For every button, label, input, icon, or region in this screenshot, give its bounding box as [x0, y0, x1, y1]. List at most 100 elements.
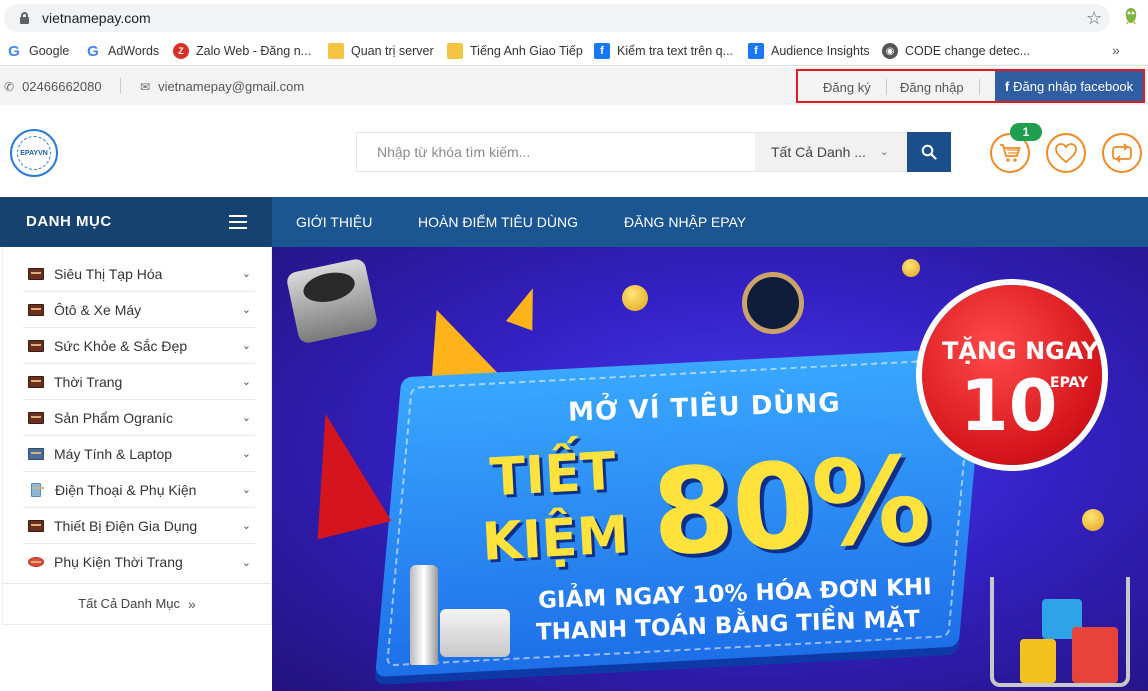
bookmark-server[interactable]: Quan trị server [328, 42, 434, 60]
appliance-icon [28, 519, 44, 532]
nav-cashback[interactable]: HOÀN ĐIỂM TIÊU DÙNG [418, 214, 578, 230]
search-icon [921, 144, 937, 160]
sidebar-item-organic[interactable]: Sản Phẩm Ograníc ⌄ [23, 400, 255, 436]
fashion-icon [28, 375, 44, 388]
category-select[interactable]: Tất Cả Danh ... ⌄ [755, 133, 907, 171]
health-icon [28, 339, 44, 352]
nav-epay-login[interactable]: ĐĂNG NHẬP EPAY [624, 214, 746, 230]
lock-icon[interactable] [20, 12, 29, 24]
all-categories-link[interactable]: Tất Cả Danh Mục » [3, 583, 271, 623]
divider [979, 79, 980, 95]
chevron-down-icon: ⌄ [879, 146, 889, 158]
sidebar-item-appliance[interactable]: Thiết Bị Điện Gia Dụng ⌄ [23, 508, 255, 544]
bookmark-label: Quan trị server [351, 44, 434, 58]
chevron-down-icon[interactable]: ⌄ [242, 483, 251, 496]
bookmark-audience[interactable]: f Audience Insights [748, 42, 870, 60]
more-bookmarks-button[interactable]: » [1112, 42, 1120, 58]
auth-highlight-box: Đăng ký Đăng nhập f Đăng nhập facebook [796, 69, 1145, 103]
red-dress-image [288, 404, 392, 540]
cosmetic-bottle-image [410, 565, 438, 665]
compare-icon [1112, 143, 1132, 163]
double-chevron-right-icon: » [188, 595, 196, 612]
category-menu-title: DANH MỤC [26, 213, 112, 230]
folder-icon [447, 43, 463, 59]
sidebar-item-label: Điện Thoại & Phụ Kiện [55, 481, 197, 498]
organic-icon [28, 411, 44, 424]
bookmark-code-change[interactable]: ◉ CODE change detec... [882, 42, 1030, 60]
category-menu-header[interactable]: DANH MỤC [0, 197, 272, 247]
promo-banner[interactable]: TẶNG NGAY 10 EPAY MỞ VÍ TIÊU DÙNG TIẾT K… [272, 247, 1148, 691]
bookmark-label: Google [29, 44, 70, 58]
promo-unit: EPAY [1050, 375, 1089, 391]
bookmark-zalo[interactable]: Z Zalo Web - Đăng n... [173, 42, 311, 60]
phone-number: 02466662080 [22, 79, 102, 94]
sidebar-item-label: Máy Tính & Laptop [54, 445, 173, 462]
bookmark-text-check[interactable]: f Kiểm tra text trên q... [594, 42, 733, 60]
chevron-down-icon[interactable]: ⌄ [242, 447, 251, 460]
promo-number: 10 [960, 365, 1058, 447]
sidebar-item-label: Thời Trang [54, 373, 123, 390]
all-categories-label: Tất Cả Danh Mục [78, 596, 181, 611]
chevron-down-icon[interactable]: ⌄ [242, 411, 251, 424]
bookmark-english[interactable]: Tiếng Anh Giao Tiếp [447, 42, 583, 60]
sidebar-item-laptop[interactable]: Máy Tính & Laptop ⌄ [23, 436, 255, 472]
search-input[interactable] [357, 133, 755, 171]
login-link[interactable]: Đăng nhập [900, 80, 964, 95]
register-link[interactable]: Đăng ký [823, 80, 871, 95]
category-sidebar: Siêu Thị Tạp Hóa ⌄ Ôtô & Xe Máy ⌄ Sức Khỏe… [2, 247, 272, 625]
bookmark-label: AdWords [108, 44, 160, 58]
site-logo[interactable]: EPAYVN [10, 129, 58, 177]
phone-icon: ✆ [4, 79, 15, 94]
email-contact[interactable]: ✉ vietnamepay@gmail.com [140, 79, 304, 94]
sidebar-item-grocery[interactable]: Siêu Thị Tạp Hóa ⌄ [23, 256, 255, 292]
address-bar[interactable]: vietnamepay.com ☆ [4, 4, 1110, 32]
chevron-down-icon[interactable]: ⌄ [242, 267, 251, 280]
phone-contact[interactable]: ✆ 02466662080 [4, 79, 102, 94]
facebook-icon: f [594, 43, 610, 59]
laptop-icon [28, 447, 44, 460]
sidebar-item-phone[interactable]: Điện Thoại & Phụ Kiện ⌄ [23, 472, 255, 508]
sidebar-item-label: Sức Khỏe & Sắc Đẹp [54, 337, 188, 354]
watch-image [742, 272, 804, 334]
sidebar-item-label: Sản Phẩm Ograníc [54, 409, 174, 426]
hamburger-icon[interactable] [229, 215, 247, 229]
sidebar-item-accessories[interactable]: Phụ Kiện Thời Trang ⌄ [23, 544, 255, 580]
search-button[interactable] [907, 132, 951, 172]
chevron-down-icon[interactable]: ⌄ [242, 556, 251, 569]
cosmetic-jar-image [440, 609, 510, 657]
sidebar-item-health[interactable]: Sức Khỏe & Sắc Đẹp ⌄ [23, 328, 255, 364]
bookmark-adwords[interactable]: G AdWords [85, 42, 159, 60]
logo-text: EPAYVN [17, 136, 51, 170]
chevron-down-icon[interactable]: ⌄ [242, 339, 251, 352]
google-icon: G [8, 42, 20, 60]
sidebar-item-auto[interactable]: Ôtô & Xe Máy ⌄ [23, 292, 255, 328]
sidebar-item-fashion[interactable]: Thời Trang ⌄ [23, 364, 255, 400]
cart-count-badge: 1 [1010, 123, 1042, 141]
decor-triangle [506, 283, 546, 331]
mail-icon: ✉ [140, 79, 151, 94]
coin-image [1082, 509, 1104, 531]
gift-bag-image [1020, 639, 1056, 683]
chevron-down-icon[interactable]: ⌄ [242, 375, 251, 388]
category-select-value: Tất Cả Danh ... [771, 144, 866, 160]
google-icon: G [87, 42, 99, 60]
wishlist-button[interactable] [1046, 133, 1086, 173]
phone-icon [31, 482, 44, 497]
banner-percent: 80% [648, 429, 932, 583]
facebook-icon: f [748, 43, 764, 59]
bookmark-label: Audience Insights [771, 44, 870, 58]
nav-about[interactable]: GIỚI THIỆU [296, 214, 372, 230]
chevron-down-icon[interactable]: ⌄ [242, 303, 251, 316]
globe-icon: ◉ [882, 43, 898, 59]
extension-icon[interactable] [1122, 7, 1140, 25]
chevron-down-icon[interactable]: ⌄ [242, 519, 251, 532]
bookmark-star-icon[interactable]: ☆ [1086, 8, 1102, 29]
facebook-login-button[interactable]: f Đăng nhập facebook [995, 71, 1143, 101]
url-text[interactable]: vietnamepay.com [42, 10, 151, 26]
bookmark-google[interactable]: G Google [6, 42, 69, 60]
heart-icon [1055, 143, 1077, 164]
compare-button[interactable] [1102, 133, 1142, 173]
bookmark-label: Tiếng Anh Giao Tiếp [470, 44, 583, 58]
browser-urlbar: vietnamepay.com ☆ [0, 0, 1148, 36]
car-icon [28, 303, 44, 316]
